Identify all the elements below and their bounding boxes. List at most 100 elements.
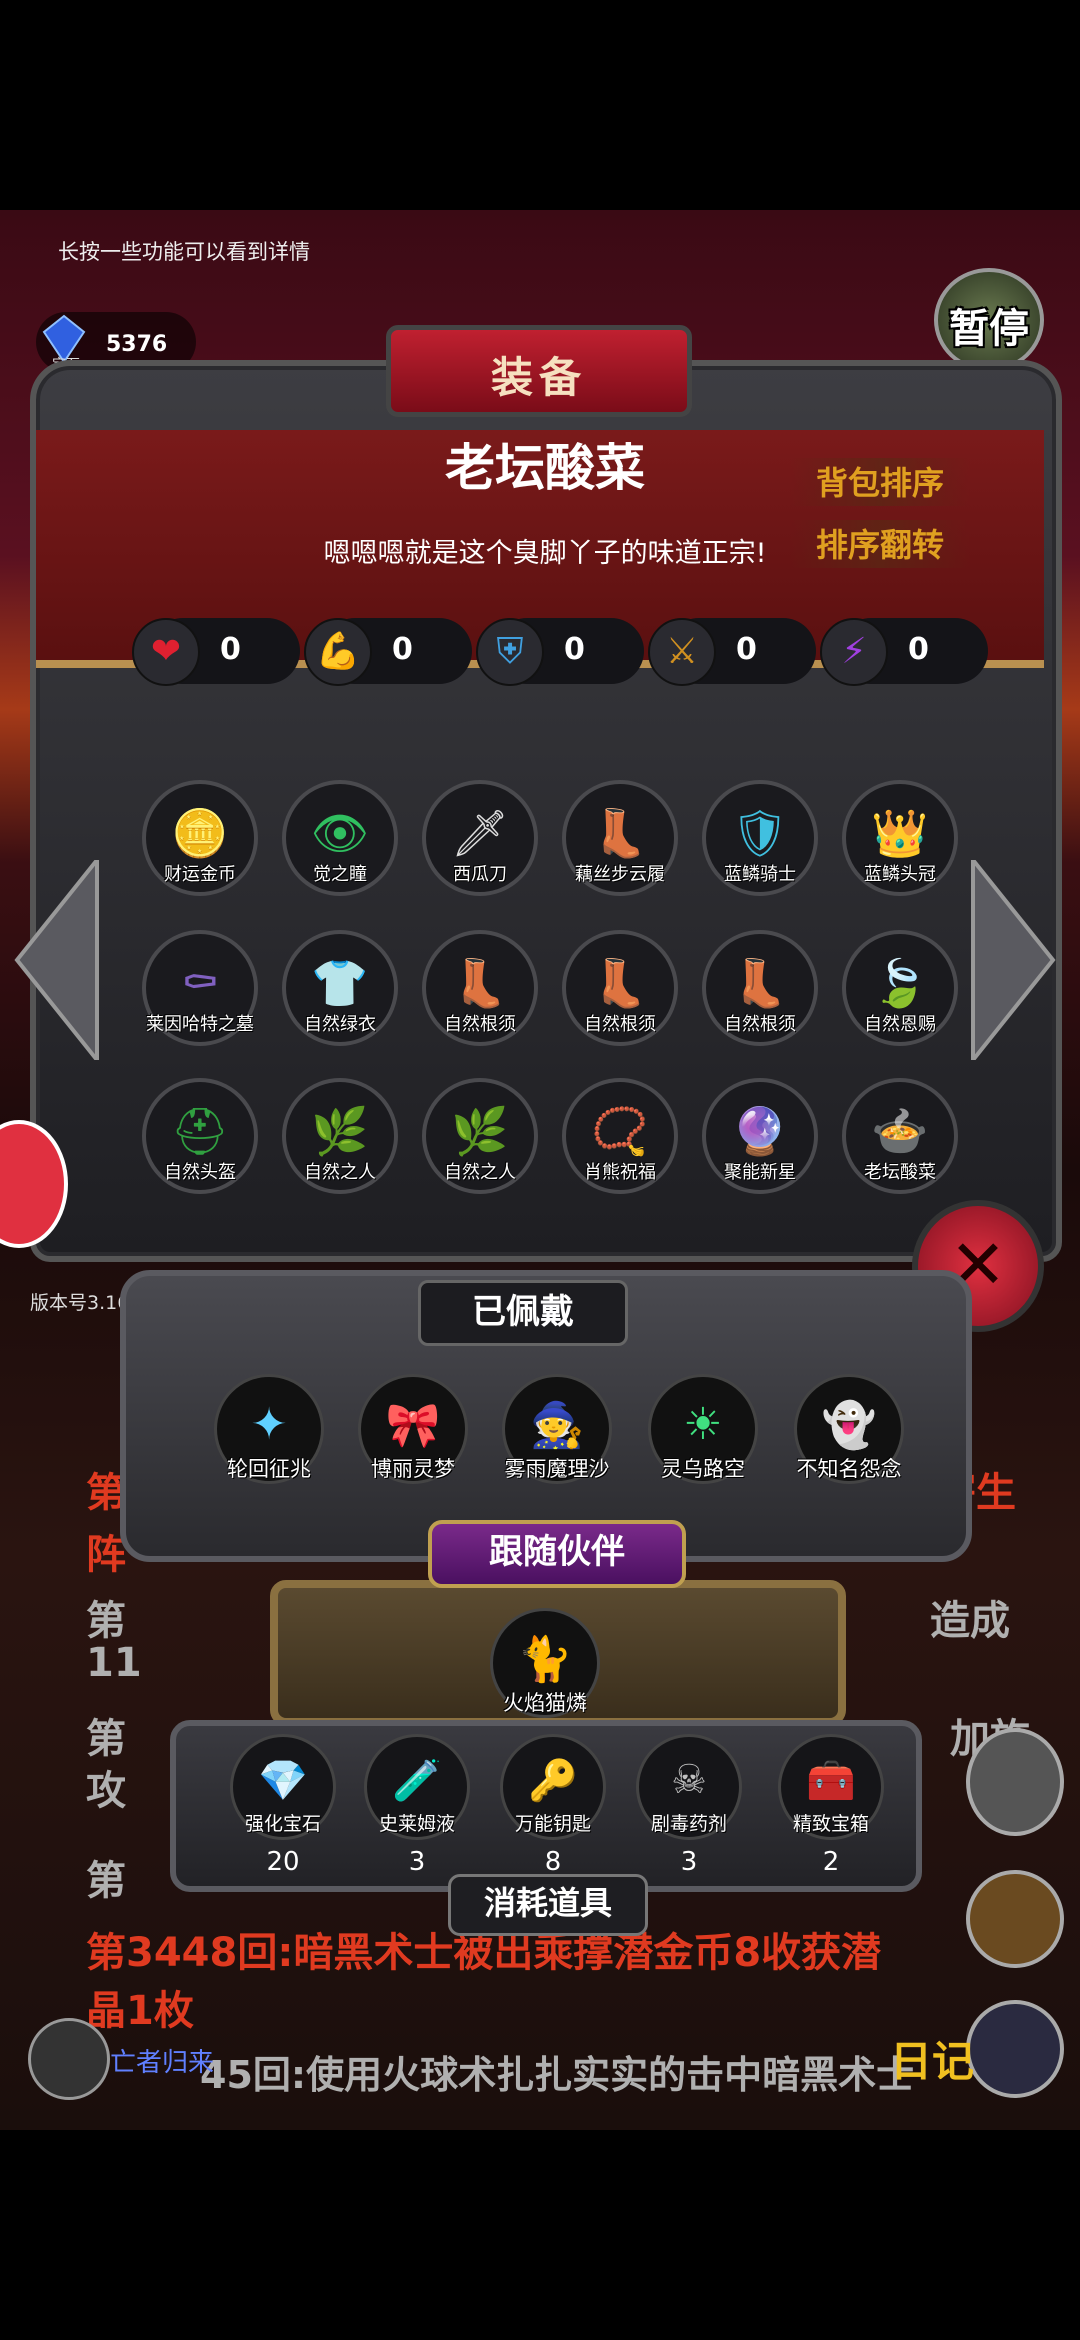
inventory-slot[interactable]: 👢 自然根须 [422,930,538,1046]
panel-title: 装备 [490,353,587,402]
equipped-slot[interactable]: 🎀 博丽灵梦 [358,1374,468,1484]
equipped-title: 已佩戴 [418,1280,628,1346]
hero-name: 亡者归来 [110,2048,215,2078]
prev-page-arrow[interactable] [12,854,102,1066]
consumable-count: 3 [408,1847,426,1877]
consumable-icon: ☠ [671,1757,707,1803]
log-line: 攻 [86,1768,126,1814]
hero-avatar[interactable] [28,2018,110,2100]
version-label: 版本号3.16 [30,1292,130,1314]
item-icon: 👢 [591,956,649,1010]
log-line: 造成 [930,1598,1010,1644]
inventory-slot[interactable]: 🌿 自然之人 [282,1078,398,1194]
inventory-slot[interactable]: 🍲 老坛酸菜 [842,1078,958,1194]
consumables-title: 消耗道具 [448,1874,648,1936]
equipped-label: 轮回征兆 [227,1457,311,1481]
pause-label: 暂停 [949,306,1029,352]
armor-icon: ⛨ [476,618,544,686]
equipped-label: 博丽灵梦 [371,1457,455,1481]
inventory-slot[interactable]: 🍃 自然恩赐 [842,930,958,1046]
item-icon: 👁 [310,806,370,860]
item-icon: 🛡 [730,806,790,860]
consumable-count: 20 [266,1847,300,1877]
inventory-slot[interactable]: ⛑ 自然头盔 [142,1078,258,1194]
item-icon: 🗡 [450,806,510,860]
stat-value: 0 [220,632,241,667]
flip-sort-button[interactable]: 排序翻转 [790,520,970,568]
heart-icon: ❤ [132,618,200,686]
consumable-slot[interactable]: 💎 强化宝石 20 [230,1734,336,1877]
item-icon: 🍲 [871,1104,929,1158]
equipped-slot[interactable]: ☀ 灵乌路空 [648,1374,758,1484]
companion-title: 跟随伙伴 [428,1520,686,1588]
attack-icon: ⚔ [648,618,716,686]
knight-icon[interactable] [966,1728,1064,1836]
log-line: 第 [86,1598,126,1644]
inventory-slot[interactable]: 👢 自然根须 [562,930,678,1046]
item-icon: 👢 [451,956,509,1010]
equipped-icon: ✦ [250,1399,288,1450]
consumable-slot[interactable]: 🧰 精致宝箱 2 [778,1734,884,1877]
log-line: 45回:使用火球术扎扎实实的击中暗黑术士 [200,2053,915,2097]
inventory-slot[interactable]: 🌿 自然之人 [422,1078,538,1194]
consumable-slot[interactable]: ☠ 剧毒药剂 3 [636,1734,742,1877]
item-icon: 👢 [591,806,649,860]
companion-icon: 🐈 [517,1634,573,1685]
inventory-slot[interactable]: 🔮 聚能新星 [702,1078,818,1194]
equipped-icon: 👻 [821,1400,877,1451]
item-icon: 🍃 [871,956,929,1010]
stat-value: 0 [908,632,929,667]
stat-value: 0 [392,632,413,667]
companion-name: 火焰猫燐 [503,1691,587,1715]
stat-badge: ❤ 0 [132,618,300,686]
stat-value: 0 [564,632,585,667]
inventory-slot[interactable]: 📿 肖熊祝福 [562,1078,678,1194]
stat-badge: ⛨ 0 [476,618,644,686]
item-icon: 👕 [311,956,369,1010]
equipped-label: 不知名怨念 [796,1457,902,1481]
item-icon: 🌿 [311,1104,369,1158]
consumable-slot[interactable]: 🧪 史莱姆液 3 [364,1734,470,1877]
equipped-slot[interactable]: ✦ 轮回征兆 [214,1374,324,1484]
stat-value: 0 [736,632,757,667]
consumable-icon: 💎 [258,1758,308,1804]
stat-badge: ⚔ 0 [648,618,816,686]
panel-header: 装备 [386,325,692,417]
item-icon: 👑 [871,806,929,860]
item-icon: ⛑ [170,1104,230,1158]
diary-label[interactable]: 日记 [890,2028,974,2089]
equipped-slot[interactable]: 🧙 雾雨魔理沙 [502,1374,612,1484]
sort-bag-button[interactable]: 背包排序 [790,458,970,506]
consumable-label: 精致宝箱 [792,1813,869,1835]
consumable-count: 3 [680,1847,698,1877]
hint-text: 长按一些功能可以看到详情 [58,240,310,264]
tavern-icon[interactable] [966,1870,1064,1968]
inventory-slot[interactable]: 👁 觉之瞳 [282,780,398,896]
consumable-icon: 🔑 [528,1758,578,1804]
stat-badge: 💪 0 [304,618,472,686]
companion-slot[interactable]: 🐈 火焰猫燐 [490,1608,600,1718]
equipped-icon: 🧙 [529,1400,585,1451]
inventory-slot[interactable]: 👕 自然绿衣 [282,930,398,1046]
inventory-slot[interactable]: 👢 自然根须 [702,930,818,1046]
inventory-slot[interactable]: 👑 蓝鳞头冠 [842,780,958,896]
consumable-label: 剧毒药剂 [650,1813,727,1835]
inventory-slot[interactable]: 🛡 蓝鳞骑士 [702,780,818,896]
inventory-slot[interactable]: ⚰ 莱因哈特之墓 [142,930,258,1046]
pause-button[interactable]: 暂停 [934,268,1044,372]
item-icon: 🔮 [731,1104,789,1158]
consumable-count: 2 [822,1847,840,1877]
stat-badge: ⚡ 0 [820,618,988,686]
inventory-slot[interactable]: 👢 藕丝步云履 [562,780,678,896]
equipped-slot[interactable]: 👻 不知名怨念 [794,1374,904,1484]
inventory-slot[interactable]: 🗡 西瓜刀 [422,780,538,896]
item-label: 老坛酸菜 [864,1162,936,1183]
inventory-slot[interactable]: 🪙 财运金币 [142,780,258,896]
consumable-count: 8 [544,1847,562,1877]
item-icon: 👢 [731,956,789,1010]
equipped-label: 灵乌路空 [661,1457,745,1481]
consumable-slot[interactable]: 🔑 万能钥匙 8 [500,1734,606,1877]
consumable-icon: 🧰 [806,1758,856,1804]
next-page-arrow[interactable] [968,854,1058,1066]
diary-icon[interactable] [966,2000,1064,2098]
